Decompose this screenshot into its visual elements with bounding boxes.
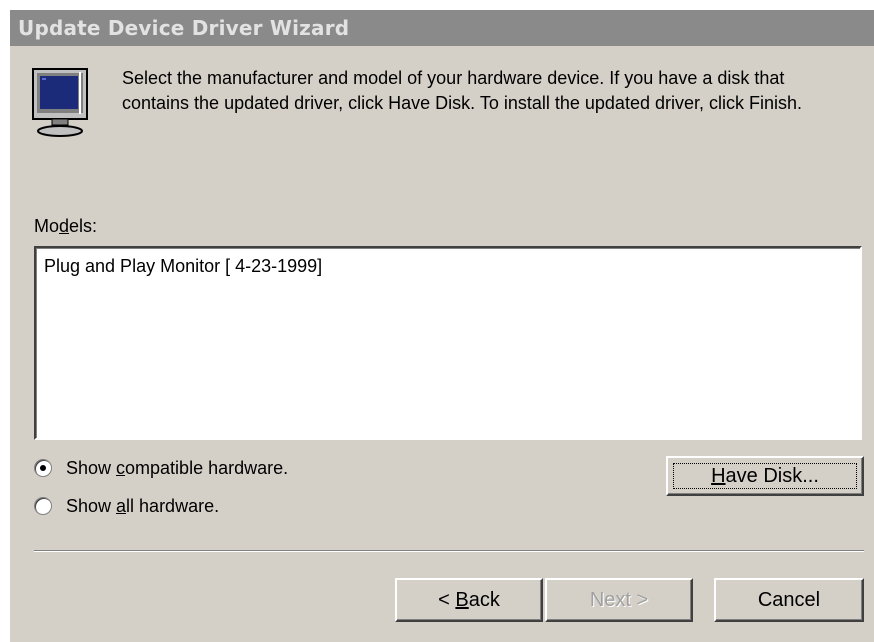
- show-all-label: Show all hardware.: [66, 495, 220, 516]
- cancel-label: Cancel: [757, 589, 821, 611]
- list-item[interactable]: Plug and Play Monitor [ 4-23-1999]: [44, 256, 322, 277]
- show-all-radio[interactable]: Show all hardware.: [34, 494, 219, 518]
- back-label: < Back: [438, 589, 500, 611]
- models-label: Models:: [34, 216, 98, 236]
- next-label: Next >: [589, 589, 649, 611]
- back-button[interactable]: < Back: [395, 578, 543, 622]
- have-disk-button[interactable]: Have Disk...: [666, 456, 864, 496]
- show-compatible-label: Show compatible hardware.: [66, 457, 289, 478]
- monitor-icon: [32, 68, 88, 137]
- wizard-dialog: Update Device Driver Wizard Select the m…: [10, 10, 874, 642]
- next-button[interactable]: Next >: [545, 578, 693, 622]
- radio-selected-icon[interactable]: [34, 459, 52, 477]
- cancel-button[interactable]: Cancel: [714, 578, 864, 622]
- instructions-text: Select the manufacturer and model of you…: [122, 68, 803, 113]
- have-disk-label: Have Disk...: [673, 463, 857, 489]
- radio-unselected-icon[interactable]: [34, 497, 52, 515]
- window-title: Update Device Driver Wizard: [18, 16, 350, 40]
- models-listbox[interactable]: Plug and Play Monitor [ 4-23-1999]: [34, 246, 862, 440]
- title-bar[interactable]: Update Device Driver Wizard: [10, 10, 874, 46]
- separator: [34, 550, 864, 552]
- show-compatible-radio[interactable]: Show compatible hardware.: [34, 456, 288, 480]
